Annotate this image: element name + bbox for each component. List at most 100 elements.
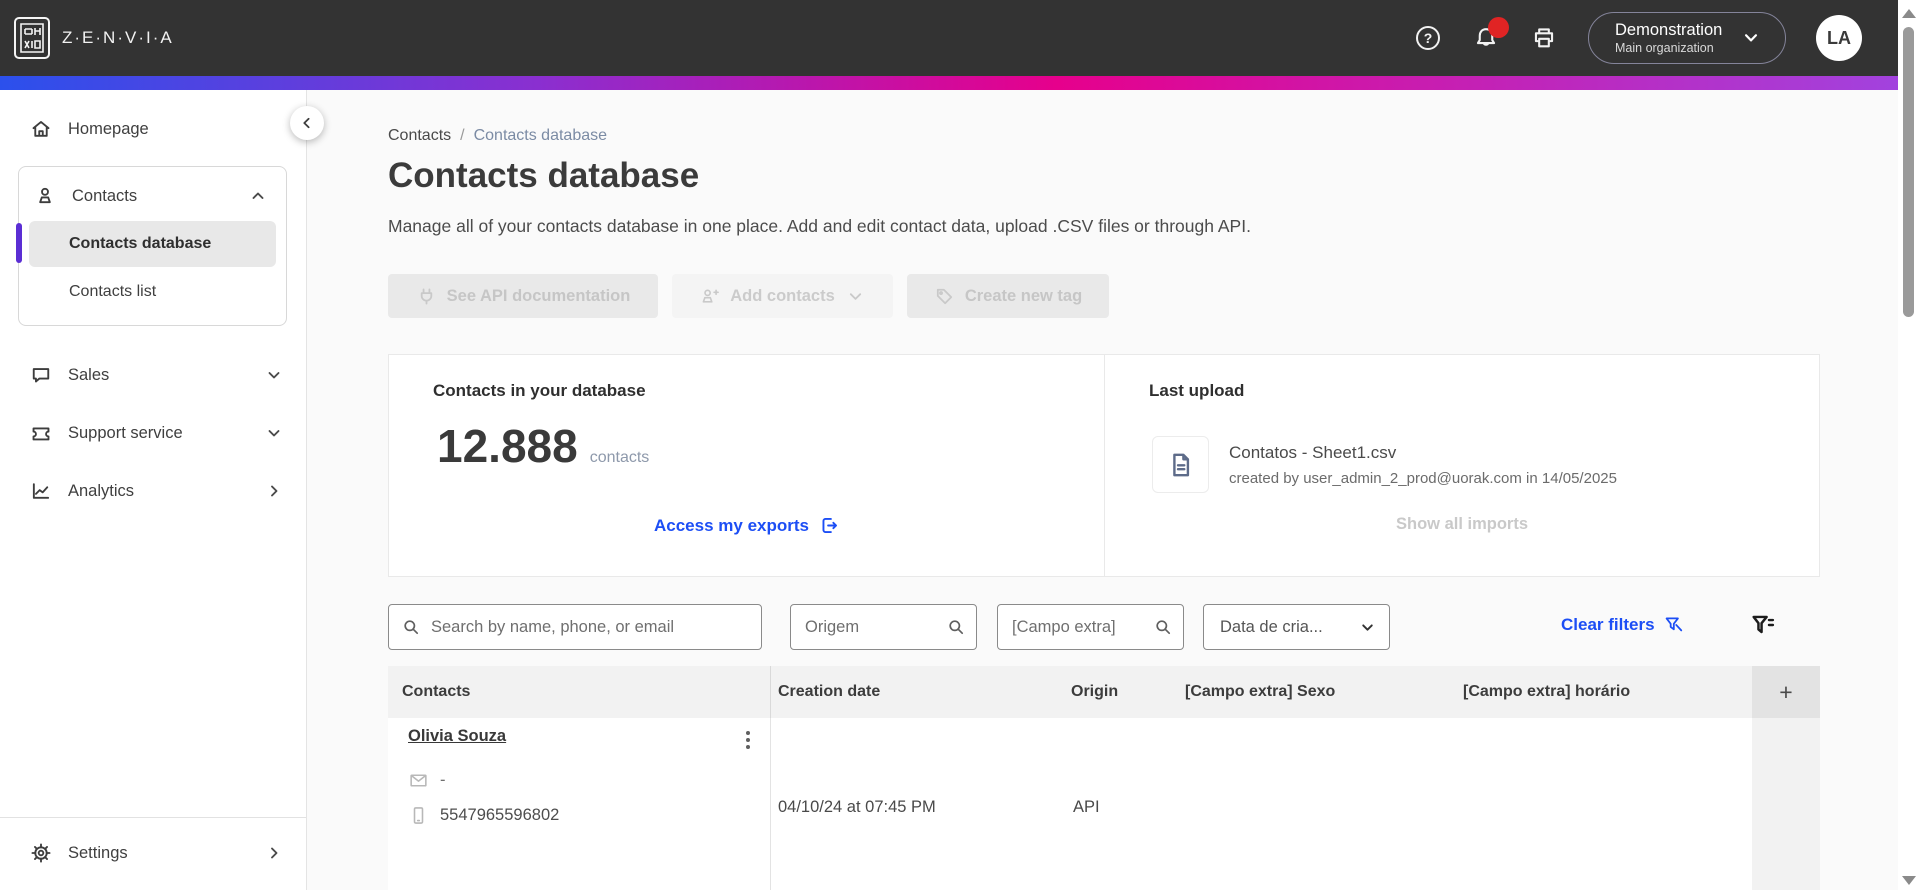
organization-selector[interactable]: Demonstration Main organization — [1588, 12, 1786, 64]
creation-date-filter-label: Data de cria... — [1220, 617, 1323, 636]
access-my-exports-link[interactable]: Access my exports — [389, 515, 1104, 536]
contact-name-link[interactable]: Olivia Souza — [408, 727, 506, 746]
printer-icon[interactable] — [1530, 24, 1558, 52]
sidebar-item-homepage[interactable]: Homepage — [0, 106, 306, 152]
table-body: Olivia Souza - 5547965596802 04/10/24 at… — [388, 718, 1820, 890]
column-header-creation-date[interactable]: Creation date — [771, 666, 1071, 718]
organization-subtitle: Main organization — [1615, 41, 1714, 55]
sidebar-group-contacts: Contacts Contacts database Contacts list — [16, 166, 287, 326]
active-item-indicator — [16, 223, 22, 263]
scrollbar-down-arrow[interactable] — [1902, 876, 1916, 885]
gear-icon — [30, 842, 52, 864]
column-header-contacts[interactable]: Contacts — [388, 666, 771, 718]
chevron-down-icon — [264, 423, 284, 443]
campo-extra-sexo-cell — [1185, 718, 1463, 890]
breadcrumb-separator: / — [460, 127, 465, 144]
column-header-origin[interactable]: Origin — [1071, 666, 1185, 718]
organization-name: Demonstration — [1615, 21, 1723, 39]
extra-field-filter-input[interactable] — [1012, 617, 1153, 637]
home-icon — [30, 118, 52, 140]
notifications-bell-icon[interactable] — [1472, 17, 1509, 52]
user-avatar[interactable]: LA — [1816, 15, 1862, 61]
filters-bar: Data de cria... Clear filters — [308, 604, 1920, 650]
search-input[interactable] — [431, 617, 749, 637]
sidebar-item-label: Homepage — [68, 119, 149, 138]
contact-email: - — [440, 771, 446, 789]
app-window: Z·E·N·V·I·A ? Demonstration Main organiz… — [0, 0, 1920, 890]
chevron-down-icon — [849, 292, 861, 300]
chevron-down-icon — [264, 365, 284, 385]
person-add-icon — [702, 288, 720, 303]
origin-filter-input[interactable] — [805, 617, 946, 637]
column-header-campo-extra-horario[interactable]: [Campo extra] horário — [1463, 666, 1752, 718]
sidebar-item-label: Analytics — [68, 481, 135, 500]
sidebar-collapse-button[interactable] — [290, 106, 324, 140]
create-new-tag-button[interactable]: Create new tag — [907, 274, 1109, 318]
contacts-count-card: Contacts in your database 12.888 contact… — [389, 355, 1104, 576]
breadcrumb-contacts[interactable]: Contacts — [388, 127, 451, 145]
origin-value: API — [1073, 798, 1100, 816]
contacts-count-unit: contacts — [589, 449, 650, 466]
sidebar-footer: Settings — [0, 817, 306, 890]
plug-icon — [420, 287, 432, 305]
sidebar-item-label: Settings — [68, 843, 128, 862]
sidebar: Homepage Contacts Contacts database Cont… — [0, 90, 307, 890]
creation-date-filter-dropdown[interactable]: Data de cria... — [1203, 604, 1390, 650]
extra-field-filter — [997, 604, 1184, 650]
summary-cards: Contacts in your database 12.888 contact… — [388, 354, 1820, 577]
column-header-campo-extra-sexo[interactable]: [Campo extra] Sexo — [1185, 666, 1463, 718]
campo-extra-horario-cell — [1463, 718, 1752, 890]
scrollbar-up-arrow[interactable] — [1902, 9, 1916, 18]
analytics-chart-icon — [30, 480, 52, 502]
show-all-imports-button[interactable]: Show all imports — [1105, 515, 1819, 534]
chevron-up-icon — [248, 186, 268, 206]
person-icon — [34, 185, 56, 207]
search-icon — [401, 617, 421, 637]
page-subtitle: Manage all of your contacts database in … — [388, 216, 1251, 236]
sidebar-item-contacts-database[interactable]: Contacts database — [29, 221, 276, 267]
sidebar-item-label: Support service — [68, 423, 183, 442]
contacts-count: 12.888 contacts — [437, 419, 649, 473]
last-upload-file: Contatos - Sheet1.csv created by user_ad… — [1152, 436, 1617, 493]
topbar-right: ? Demonstration Main organization LA — [1414, 12, 1862, 64]
sidebar-item-analytics[interactable]: Analytics — [0, 468, 306, 514]
notification-badge — [1488, 17, 1509, 38]
scrollbar-thumb[interactable] — [1903, 27, 1914, 317]
add-column-button[interactable]: + — [1752, 666, 1820, 718]
last-upload-card: Last upload Contatos - Sheet1.csv create… — [1104, 355, 1819, 576]
row-menu-kebab-icon[interactable] — [740, 727, 756, 753]
contact-cell: Olivia Souza - 5547965596802 — [388, 718, 771, 890]
brand-gradient-bar — [0, 76, 1920, 90]
zenvia-logo-icon — [14, 17, 50, 59]
envelope-icon — [410, 774, 427, 787]
file-name: Contatos - Sheet1.csv — [1229, 442, 1397, 462]
breadcrumb: Contacts / Contacts database — [388, 127, 607, 145]
brand-name: Z·E·N·V·I·A — [62, 28, 174, 47]
card-title: Contacts in your database — [433, 381, 646, 400]
add-contacts-button[interactable]: Add contacts — [672, 274, 893, 318]
main-content: Contacts / Contacts database Contacts da… — [308, 90, 1920, 890]
advanced-filter-icon[interactable] — [1748, 610, 1778, 640]
breadcrumb-current[interactable]: Contacts database — [474, 127, 607, 145]
sidebar-item-label: Contacts — [72, 186, 138, 205]
brand[interactable]: Z·E·N·V·I·A — [14, 17, 174, 59]
add-column-strip — [1752, 718, 1820, 890]
clear-filters-button[interactable]: Clear filters — [1561, 614, 1684, 635]
contact-phone: 5547965596802 — [440, 806, 560, 824]
sidebar-item-sales[interactable]: Sales — [0, 352, 306, 398]
search-field — [388, 604, 762, 650]
chevron-down-icon — [1745, 34, 1758, 42]
search-icon — [946, 617, 966, 637]
chat-bubble-icon — [30, 364, 52, 386]
sidebar-item-settings[interactable]: Settings — [0, 830, 306, 876]
origin-cell: API — [1071, 718, 1185, 890]
top-bar: Z·E·N·V·I·A ? Demonstration Main organiz… — [0, 0, 1920, 76]
see-api-documentation-button[interactable]: See API documentation — [388, 274, 658, 318]
sidebar-item-contacts-list[interactable]: Contacts list — [29, 269, 276, 315]
help-icon[interactable]: ? — [1414, 24, 1442, 52]
creation-date-cell: 04/10/24 at 07:45 PM — [771, 718, 1071, 890]
sidebar-item-support-service[interactable]: Support service — [0, 410, 306, 456]
sidebar-item-contacts[interactable]: Contacts — [19, 173, 286, 219]
page-scrollbar[interactable] — [1898, 0, 1920, 890]
sidebar-item-label: Sales — [68, 365, 110, 384]
